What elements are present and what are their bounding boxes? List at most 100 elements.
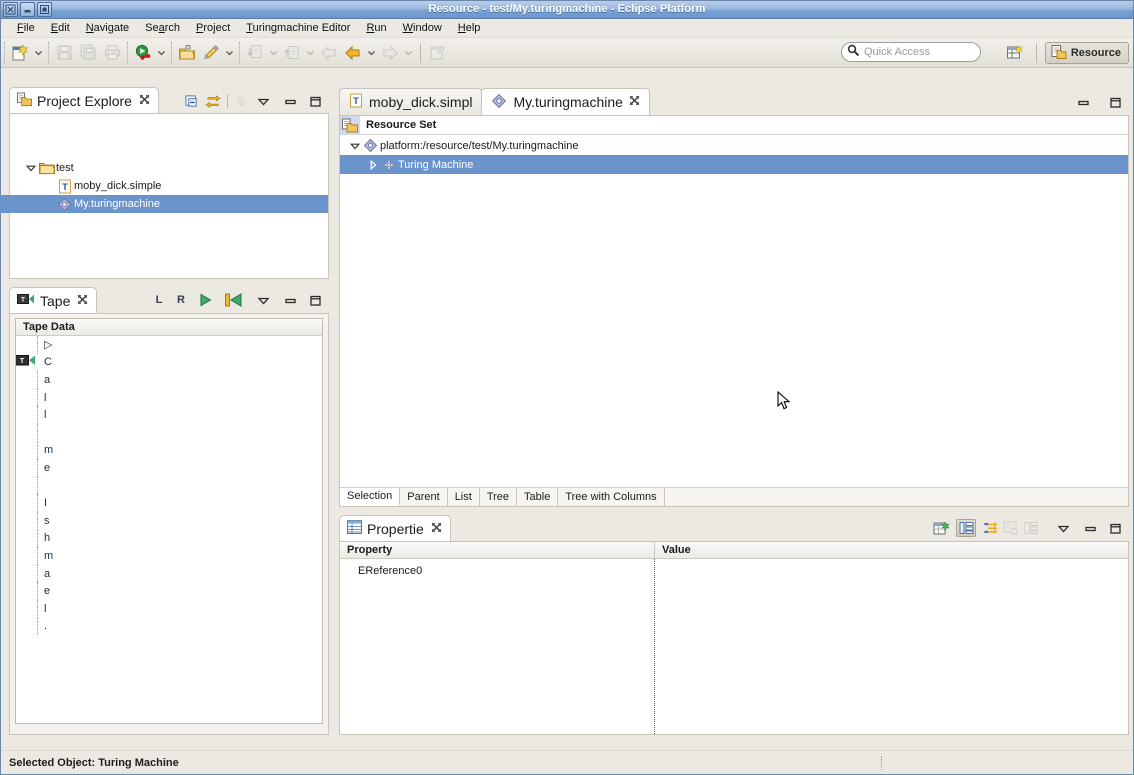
tab-tree-with-columns[interactable]: Tree with Columns bbox=[558, 488, 665, 506]
perspective-resource-button[interactable]: Resource bbox=[1044, 42, 1129, 64]
new-tab-properties-icon[interactable] bbox=[931, 519, 951, 537]
editor-body: Resource Set platform:/resource/test/My.… bbox=[339, 115, 1129, 507]
tree-row-platform-resource[interactable]: platform:/resource/test/My.turingmachine bbox=[340, 136, 1128, 155]
tape-cell-row[interactable]: ▷ bbox=[16, 336, 322, 354]
property-name: EReference0 bbox=[358, 565, 423, 577]
svg-text:T: T bbox=[21, 296, 25, 303]
run-dropdown-icon[interactable] bbox=[155, 41, 168, 65]
minimize-view-icon[interactable] bbox=[1080, 519, 1100, 537]
tape-title: Tape bbox=[40, 292, 71, 309]
expand-arrow-down-icon[interactable] bbox=[348, 141, 362, 151]
properties-tabbar: Propertie bbox=[339, 515, 1129, 541]
close-view-icon[interactable] bbox=[77, 294, 88, 308]
menu-navigate[interactable]: Navigate bbox=[78, 20, 137, 36]
editor-tab-moby-dick[interactable]: T moby_dick.simpl bbox=[339, 88, 483, 115]
tape-cell-row[interactable]: e bbox=[16, 459, 322, 477]
menu-file[interactable]: File bbox=[9, 20, 43, 36]
new-wizard-dropdown-icon[interactable] bbox=[32, 41, 45, 65]
maximize-view-icon[interactable] bbox=[305, 291, 325, 309]
minimize-editor-icon[interactable] bbox=[1073, 93, 1093, 111]
tab-selection[interactable]: Selection bbox=[340, 488, 401, 506]
tape-cell-row[interactable]: m bbox=[16, 547, 322, 565]
reset-tape-icon[interactable] bbox=[223, 291, 243, 309]
properties-row[interactable]: EReference0 bbox=[340, 562, 1128, 580]
editor-tab-my-turingmachine[interactable]: My.turingmachine bbox=[481, 88, 650, 115]
tape-cell-row[interactable]: a bbox=[16, 564, 322, 583]
tab-tree[interactable]: Tree bbox=[479, 488, 518, 506]
collapse-all-icon[interactable] bbox=[182, 92, 202, 110]
tape-cell-row[interactable]: l bbox=[16, 599, 322, 618]
resource-set-header[interactable]: Resource Set bbox=[340, 115, 1128, 135]
view-menu-icon[interactable] bbox=[253, 291, 273, 309]
link-with-editor-icon[interactable] bbox=[203, 92, 223, 110]
minimize-view-icon[interactable] bbox=[280, 291, 300, 309]
open-perspective-icon[interactable] bbox=[1002, 41, 1028, 65]
tape-cell-row[interactable]: e bbox=[16, 582, 322, 600]
menu-search[interactable]: Search bbox=[137, 20, 188, 36]
minimize-view-icon[interactable] bbox=[280, 92, 300, 110]
tape-cell-row[interactable]: a bbox=[16, 371, 322, 389]
show-advanced-properties-icon[interactable] bbox=[980, 519, 1000, 537]
tab-parent[interactable]: Parent bbox=[400, 488, 448, 506]
view-menu-icon[interactable] bbox=[1053, 519, 1073, 537]
move-left-button[interactable]: L bbox=[150, 291, 168, 309]
quick-access-field[interactable]: Quick Access bbox=[841, 42, 981, 62]
open-folder-icon[interactable] bbox=[175, 41, 199, 65]
properties-column-divider[interactable] bbox=[654, 559, 655, 734]
menu-help[interactable]: Help bbox=[450, 20, 489, 36]
expand-arrow-down-icon[interactable] bbox=[24, 163, 38, 173]
menu-edit[interactable]: Edit bbox=[43, 20, 78, 36]
menu-run[interactable]: Run bbox=[358, 20, 394, 36]
close-view-icon[interactable] bbox=[431, 522, 442, 536]
menu-project[interactable]: Project bbox=[188, 20, 238, 36]
forward-icon bbox=[378, 41, 402, 65]
tape-gutter bbox=[16, 529, 38, 548]
tab-project-explorer[interactable]: Project Explore bbox=[9, 87, 159, 113]
run-icon[interactable] bbox=[131, 41, 155, 65]
tape-cell-row[interactable]: s bbox=[16, 511, 322, 530]
properties-column-property[interactable]: Property bbox=[340, 542, 654, 559]
tape-cell-row[interactable] bbox=[16, 476, 322, 495]
tree-row-test[interactable]: test bbox=[10, 159, 328, 177]
properties-column-value[interactable]: Value bbox=[654, 541, 1128, 559]
back-outline-icon bbox=[317, 41, 341, 65]
close-editor-icon[interactable] bbox=[629, 95, 640, 109]
view-menu-icon[interactable] bbox=[253, 92, 273, 110]
maximize-editor-icon[interactable] bbox=[1105, 93, 1125, 111]
tape-cell-value: m bbox=[44, 444, 54, 457]
move-right-button[interactable]: R bbox=[172, 291, 190, 309]
tape-cell-row[interactable]: T C bbox=[16, 354, 322, 372]
pencil-icon[interactable] bbox=[199, 41, 223, 65]
tape-cell-row[interactable]: I bbox=[16, 494, 322, 512]
tab-properties[interactable]: Propertie bbox=[339, 515, 451, 541]
run-tape-icon[interactable] bbox=[195, 291, 215, 309]
tape-cell-row[interactable]: l bbox=[16, 388, 322, 407]
tree-row-my-turingmachine[interactable]: My.turingmachine bbox=[0, 195, 328, 213]
tape-cell-row[interactable]: . bbox=[16, 617, 322, 636]
tab-list[interactable]: List bbox=[447, 488, 480, 506]
pencil-dropdown-icon[interactable] bbox=[223, 41, 236, 65]
new-wizard-icon[interactable] bbox=[8, 41, 32, 65]
menu-window[interactable]: Window bbox=[395, 20, 450, 36]
tree-row-moby-dick[interactable]: T moby_dick.simple bbox=[10, 177, 328, 195]
tab-table[interactable]: Table bbox=[517, 488, 559, 506]
back-icon[interactable] bbox=[341, 41, 365, 65]
back-dropdown-icon[interactable] bbox=[365, 41, 378, 65]
tape-cell-row[interactable]: h bbox=[16, 529, 322, 548]
show-categories-icon[interactable] bbox=[956, 519, 976, 537]
tape-data-list[interactable]: ▷ T C a l l m e I s h m a e l . bbox=[16, 336, 322, 723]
tape-column-header[interactable]: Tape Data bbox=[16, 319, 322, 336]
close-view-icon[interactable] bbox=[139, 94, 150, 108]
maximize-view-icon[interactable] bbox=[305, 92, 325, 110]
menu-turingmachine-editor[interactable]: Turingmachine Editor bbox=[238, 20, 358, 36]
tape-cell-row[interactable]: l bbox=[16, 406, 322, 424]
tape-cell-value: s bbox=[44, 514, 50, 527]
tree-row-turing-machine[interactable]: Turing Machine bbox=[340, 155, 1128, 174]
tape-cell-row[interactable]: m bbox=[16, 441, 322, 460]
resource-perspective-icon bbox=[1051, 44, 1067, 63]
move-right-label: R bbox=[177, 294, 185, 306]
maximize-view-icon[interactable] bbox=[1105, 519, 1125, 537]
tab-tape[interactable]: T Tape bbox=[9, 287, 98, 313]
expand-arrow-right-icon[interactable] bbox=[366, 159, 380, 170]
tape-cell-row[interactable] bbox=[16, 423, 322, 442]
